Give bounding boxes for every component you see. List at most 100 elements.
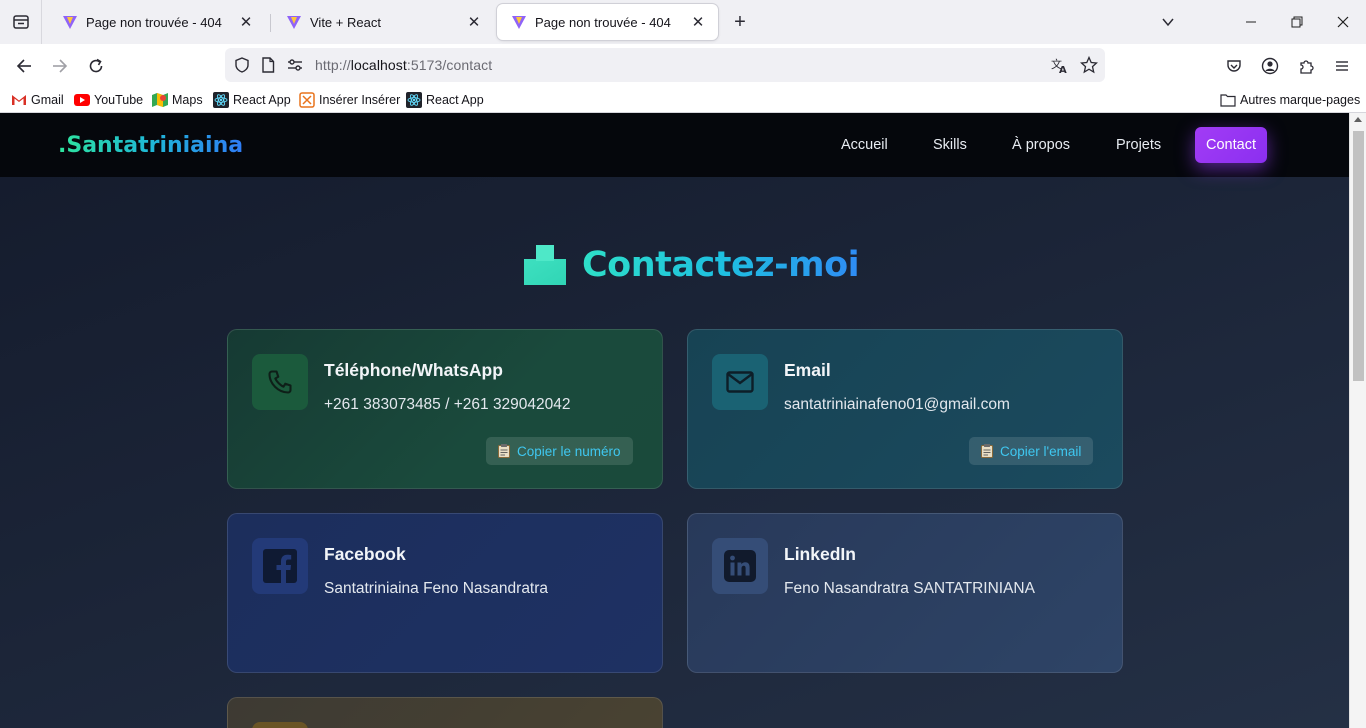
card-title: Facebook — [324, 544, 406, 564]
email-address[interactable]: santatriniainafeno01@gmail.com — [784, 396, 1010, 414]
browser-navigation-bar: http://localhost:5173/contact 文A — [0, 44, 1366, 86]
contact-card-facebook[interactable]: Facebook Santatriniaina Feno Nasandratra — [227, 513, 663, 673]
pocket-icon — [1227, 60, 1241, 72]
mailbox-icon — [524, 245, 566, 285]
bookmark-maps[interactable]: Maps — [152, 90, 203, 110]
card-title: Téléphone/WhatsApp — [324, 360, 503, 380]
maps-icon — [152, 92, 168, 108]
account-icon — [1261, 57, 1279, 75]
youtube-icon — [74, 92, 90, 108]
facebook-name: Santatriniaina Feno Nasandratra — [324, 580, 549, 597]
phone-icon — [252, 354, 308, 410]
tab-title: Page non trouvée - 404 — [86, 14, 222, 30]
bookmark-label: React App — [426, 93, 484, 107]
bookmark-label: Gmail — [31, 93, 64, 107]
url-scheme: http:// — [315, 57, 351, 73]
folder-icon — [1220, 92, 1236, 108]
new-tab-button[interactable]: + — [728, 10, 752, 34]
back-button[interactable] — [10, 52, 38, 80]
bookmark-label: Maps — [172, 93, 203, 107]
browser-tab-3-active[interactable]: Page non trouvée - 404 ✕ — [497, 4, 718, 40]
extensions-button[interactable] — [1292, 52, 1320, 80]
clipboard-icon — [498, 444, 510, 458]
url-text[interactable]: http://localhost:5173/contact — [315, 57, 492, 73]
bookmark-inserer[interactable]: Insérer Insérer — [299, 90, 400, 110]
bookmarks-bar: Gmail YouTube Maps React App Insérer Ins… — [0, 86, 1366, 113]
contact-heading: Contactez-moi — [524, 243, 860, 287]
bookmark-gmail[interactable]: Gmail — [11, 90, 64, 110]
browser-tab-bar: Page non trouvée - 404 ✕ Vite + React ✕ … — [0, 0, 1366, 44]
close-tab-icon[interactable]: ✕ — [236, 12, 256, 32]
account-button[interactable] — [1256, 52, 1284, 80]
page-title: Contactez-moi — [582, 245, 860, 285]
insert-icon — [299, 92, 315, 108]
minimize-icon — [1246, 21, 1256, 23]
clipboard-icon — [981, 444, 993, 458]
close-tab-icon[interactable]: ✕ — [464, 12, 484, 32]
scrollbar-thumb[interactable] — [1353, 131, 1364, 381]
card-title: Email — [784, 360, 831, 380]
url-bar[interactable]: http://localhost:5173/contact 文A — [225, 48, 1105, 82]
contact-card-linkedin[interactable]: LinkedIn Feno Nasandratra SANTATRINIANA — [687, 513, 1123, 673]
close-icon — [1337, 16, 1349, 28]
bookmark-label: Autres marque-pages — [1240, 93, 1361, 107]
card-icon — [252, 722, 308, 728]
site-header: .Santatriniaina Accueil Skills À propos … — [0, 113, 1349, 177]
tab-list-button[interactable] — [0, 0, 42, 44]
copy-email-button[interactable]: Copier l'email — [969, 437, 1094, 465]
react-icon — [213, 92, 229, 108]
restore-icon — [1291, 16, 1303, 28]
arrow-left-icon — [16, 59, 31, 73]
close-window-button[interactable] — [1320, 0, 1366, 44]
nav-link-contact[interactable]: Contact — [1195, 127, 1267, 163]
phone-number: +261 383073485 / +261 329042042 — [324, 396, 571, 413]
bookmark-label: Insérer Insérer — [319, 93, 401, 107]
nav-link-accueil[interactable]: Accueil — [841, 137, 888, 153]
bookmark-youtube[interactable]: YouTube — [74, 90, 143, 110]
nav-link-skills[interactable]: Skills — [933, 137, 967, 153]
copy-button-label: Copier l'email — [1000, 443, 1082, 459]
mail-icon — [712, 354, 768, 410]
restore-button[interactable] — [1274, 0, 1320, 44]
page-scrollbar[interactable] — [1349, 113, 1366, 728]
copy-button-label: Copier le numéro — [517, 443, 621, 459]
pocket-button[interactable] — [1220, 52, 1248, 80]
scroll-up-arrow-icon[interactable] — [1354, 117, 1362, 122]
shield-icon[interactable] — [234, 57, 250, 73]
hamburger-menu-icon — [1336, 61, 1348, 71]
translate-icon[interactable]: 文A — [1051, 56, 1069, 74]
page-icon[interactable] — [261, 57, 275, 73]
site-permissions-icon[interactable] — [287, 58, 303, 72]
nav-link-projets[interactable]: Projets — [1116, 137, 1161, 153]
nav-link-a-propos[interactable]: À propos — [1012, 137, 1070, 153]
bookmark-label: YouTube — [94, 93, 144, 107]
vite-favicon-icon — [287, 16, 301, 29]
copy-number-button[interactable]: Copier le numéro — [486, 437, 633, 465]
contact-card-email: Email santatriniainafeno01@gmail.com Cop… — [687, 329, 1123, 489]
forward-button[interactable] — [46, 52, 74, 80]
bookmark-react-app-1[interactable]: React App — [213, 90, 291, 110]
bookmark-react-app-2[interactable]: React App — [406, 90, 484, 110]
close-tab-icon[interactable]: ✕ — [688, 12, 708, 32]
chevron-down-icon — [1162, 18, 1174, 27]
url-host: localhost — [350, 57, 407, 73]
site-logo[interactable]: .Santatriniaina — [58, 133, 243, 158]
puzzle-icon — [1300, 60, 1314, 74]
browser-tab-1[interactable]: Page non trouvée - 404 ✕ — [48, 4, 266, 40]
bookmark-star-icon[interactable] — [1080, 56, 1098, 74]
other-bookmarks-folder[interactable]: Autres marque-pages — [1220, 90, 1360, 110]
arrow-right-icon — [53, 59, 68, 73]
contact-card-phone: Téléphone/WhatsApp +261 383073485 / +261… — [227, 329, 663, 489]
minimize-button[interactable] — [1228, 0, 1274, 44]
tab-title: Vite + React — [310, 14, 381, 30]
url-path: :5173/contact — [406, 57, 493, 73]
bookmark-label: React App — [233, 93, 291, 107]
menu-button[interactable] — [1328, 52, 1356, 80]
vite-favicon-icon — [512, 16, 526, 29]
reload-button[interactable] — [82, 52, 110, 80]
react-icon — [406, 92, 422, 108]
browser-tab-2[interactable]: Vite + React ✕ — [272, 4, 494, 40]
tab-overflow-button[interactable] — [1145, 0, 1191, 44]
tab-title: Page non trouvée - 404 — [535, 14, 671, 30]
reload-icon — [89, 58, 103, 73]
